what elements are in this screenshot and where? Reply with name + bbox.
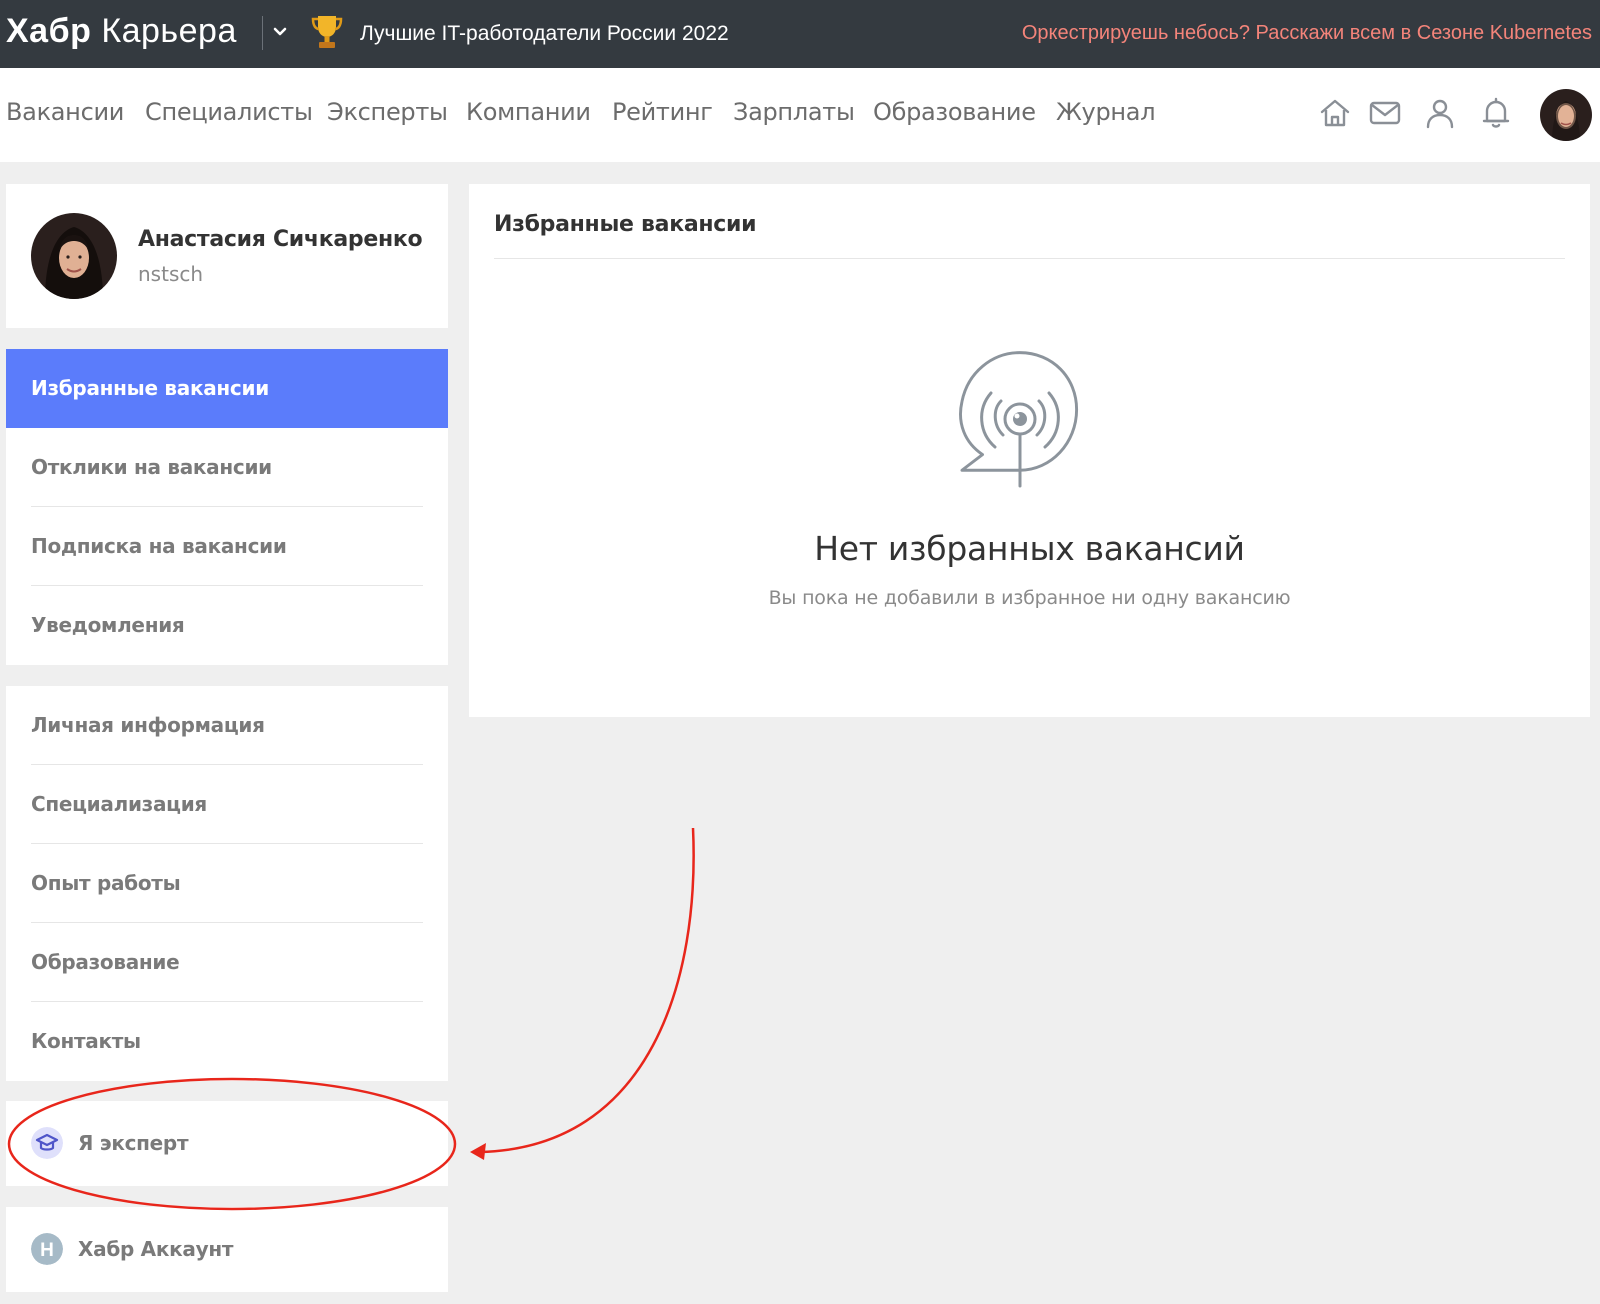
profile-name: Анастасия Сичкаренко <box>138 227 423 252</box>
nav-education[interactable]: Образование <box>873 98 1036 126</box>
menu-item-label: Отклики на вакансии <box>31 455 272 479</box>
logo-bold: Хабр <box>6 12 92 50</box>
habr-h-letter: H <box>40 1240 54 1261</box>
favorite-vacancies-panel: Избранные вакансии Нет избранных ваканси… <box>469 184 1590 717</box>
page-title: Избранные вакансии <box>494 212 757 237</box>
expert-card[interactable]: Я эксперт <box>6 1101 448 1186</box>
menu-item-favorite-vacancies[interactable]: Избранные вакансии <box>6 349 448 428</box>
menu-item-education[interactable]: Образование <box>6 923 448 1002</box>
nav-companies[interactable]: Компании <box>466 98 591 126</box>
logo[interactable]: Хабр Карьера <box>6 12 237 51</box>
menu-item-label: Образование <box>31 950 180 974</box>
user-icon[interactable] <box>1423 96 1457 130</box>
empty-state-title: Нет избранных вакансий <box>814 529 1245 568</box>
avatar-image <box>1540 89 1592 141</box>
vacancy-menu: Избранные вакансии Отклики на вакансии П… <box>6 349 448 665</box>
profile-login: nstsch <box>138 262 204 286</box>
nav-salaries[interactable]: Зарплаты <box>733 98 855 126</box>
menu-item-personal-info[interactable]: Личная информация <box>6 686 448 765</box>
menu-item-notifications[interactable]: Уведомления <box>6 586 448 665</box>
menu-item-label: Опыт работы <box>31 871 181 895</box>
menu-item-label: Контакты <box>31 1029 141 1053</box>
annotation-arrow-head <box>470 1143 486 1160</box>
menu-item-label: Уведомления <box>31 613 185 637</box>
habr-h-icon: H <box>31 1233 63 1265</box>
logo-separator <box>262 16 263 50</box>
trophy-icon <box>311 16 343 48</box>
profile-menu: Личная информация Специализация Опыт раб… <box>6 686 448 1081</box>
top-promo-bar: Хабр Карьера Лучшие IT-работодатели Росс… <box>0 0 1600 68</box>
nav-experts[interactable]: Эксперты <box>327 98 448 126</box>
habr-account-label: Хабр Аккаунт <box>78 1237 234 1261</box>
menu-item-label: Избранные вакансии <box>31 376 269 400</box>
logo-light: Карьера <box>101 12 237 50</box>
menu-item-label: Специализация <box>31 792 207 816</box>
graduation-cap-icon <box>31 1127 63 1159</box>
user-avatar[interactable] <box>1540 89 1592 141</box>
menu-item-contacts[interactable]: Контакты <box>6 1002 448 1081</box>
bell-icon[interactable] <box>1479 96 1513 130</box>
promo-kubernetes-link[interactable]: Оркестрируешь небось? Расскажи всем в Се… <box>1022 22 1592 45</box>
divider <box>494 258 1565 259</box>
menu-item-specialization[interactable]: Специализация <box>6 765 448 844</box>
nav-vacancies[interactable]: Вакансии <box>6 98 124 126</box>
main-navigation: Вакансии Специалисты Эксперты Компании Р… <box>0 68 1600 162</box>
profile-card: Анастасия Сичкаренко nstsch <box>6 184 448 328</box>
home-icon[interactable] <box>1318 96 1352 130</box>
annotation-arrow-line <box>479 827 695 1154</box>
avatar-image <box>31 213 117 299</box>
menu-item-label: Подписка на вакансии <box>31 534 287 558</box>
menu-item-label: Личная информация <box>31 713 265 737</box>
nav-specialists[interactable]: Специалисты <box>145 98 313 126</box>
broadcast-eye-icon <box>959 351 1079 488</box>
profile-avatar[interactable] <box>31 213 117 299</box>
menu-item-vacancy-responses[interactable]: Отклики на вакансии <box>6 428 448 507</box>
promo-best-employers-link[interactable]: Лучшие IT-работодатели России 2022 <box>360 22 729 46</box>
nav-rating[interactable]: Рейтинг <box>612 98 713 126</box>
menu-item-work-experience[interactable]: Опыт работы <box>6 844 448 923</box>
expert-label: Я эксперт <box>78 1131 189 1155</box>
menu-item-vacancy-subscription[interactable]: Подписка на вакансии <box>6 507 448 586</box>
empty-state-subtitle: Вы пока не добавили в избранное ни одну … <box>768 587 1291 609</box>
habr-account-card[interactable]: H Хабр Аккаунт <box>6 1207 448 1292</box>
chevron-down-icon[interactable] <box>270 22 290 42</box>
mail-icon[interactable] <box>1368 96 1402 130</box>
nav-journal[interactable]: Журнал <box>1056 98 1156 126</box>
